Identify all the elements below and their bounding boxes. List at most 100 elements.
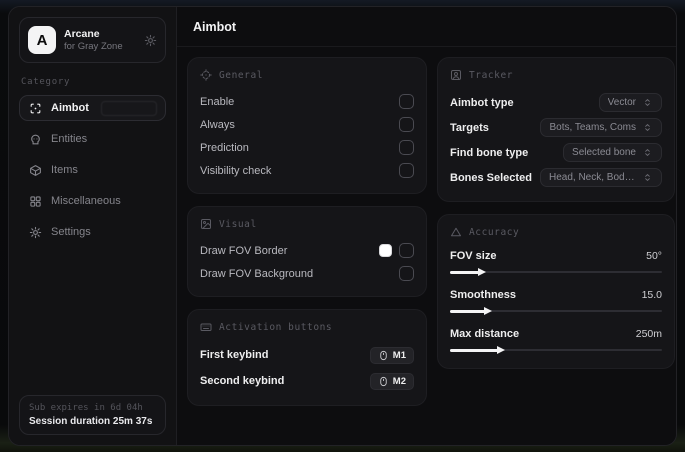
setting-label: Enable bbox=[200, 95, 235, 108]
select-expand-icon bbox=[645, 99, 650, 106]
right-column: Tracker Aimbot type Vector Targets Bots,… bbox=[437, 57, 675, 369]
select-expand-icon bbox=[645, 124, 650, 131]
setting-label: First keybind bbox=[200, 349, 269, 361]
prediction-checkbox[interactable] bbox=[399, 140, 414, 155]
activation-buttons-card: Activation buttons First keybind M1 Seco… bbox=[187, 309, 427, 406]
setting-label: Max distance bbox=[450, 328, 520, 340]
keybind-value: M2 bbox=[392, 375, 406, 387]
enable-checkbox[interactable] bbox=[399, 94, 414, 109]
crosshair-icon bbox=[30, 103, 41, 113]
select-value: Selected bone bbox=[572, 147, 636, 158]
setting-row-aimbot-type: Aimbot type Vector bbox=[450, 90, 662, 115]
sidebar-item-aimbot[interactable]: Aimbot bbox=[19, 95, 166, 121]
setting-row-prediction: Prediction bbox=[200, 136, 414, 159]
brand-name: Arcane bbox=[64, 27, 100, 40]
visibility-check-checkbox[interactable] bbox=[399, 163, 414, 178]
setting-row-visibility-check: Visibility check bbox=[200, 159, 414, 182]
setting-label: Aimbot type bbox=[450, 96, 514, 109]
brand-card: A Arcane for Gray Zone bbox=[19, 17, 166, 63]
gear-icon bbox=[29, 226, 42, 238]
setting-label: Draw FOV Border bbox=[200, 244, 288, 257]
skull-icon bbox=[31, 134, 40, 144]
second-keybind-button[interactable]: M2 bbox=[369, 372, 414, 390]
select-value: Head, Neck, Body, Pe.. bbox=[549, 172, 636, 183]
setting-row-draw-fov-background: Draw FOV Background bbox=[200, 262, 414, 285]
main-area: Aimbot General Enable Always Prediction … bbox=[177, 7, 676, 445]
draw-fov-background-checkbox[interactable] bbox=[399, 266, 414, 281]
smoothness-value: 15.0 bbox=[641, 289, 662, 301]
triangle-icon bbox=[451, 227, 461, 237]
sidebar-item-settings[interactable]: Settings bbox=[19, 219, 166, 245]
keybind-value: M1 bbox=[392, 349, 406, 361]
sidebar: A Arcane for Gray Zone Category Aimbot E… bbox=[9, 7, 177, 445]
find-bone-type-select[interactable]: Selected bone bbox=[563, 143, 662, 162]
setting-label: Bones Selected bbox=[450, 171, 532, 184]
select-value: Vector bbox=[607, 97, 636, 108]
sidebar-item-label: Entities bbox=[51, 133, 88, 145]
sidebar-item-label: Settings bbox=[51, 226, 91, 238]
setting-row-bones-selected: Bones Selected Head, Neck, Body, Pe.. bbox=[450, 165, 662, 190]
sidebar-item-entities[interactable]: Entities bbox=[19, 126, 166, 152]
grid-icon bbox=[30, 195, 41, 207]
setting-label: Draw FOV Background bbox=[200, 267, 314, 280]
setting-row-targets: Targets Bots, Teams, Coms bbox=[450, 115, 662, 140]
setting-row-enable: Enable bbox=[200, 90, 414, 113]
sidebar-item-items[interactable]: Items bbox=[19, 157, 166, 183]
crosshair-icon bbox=[200, 69, 212, 81]
card-title: Accuracy bbox=[469, 226, 520, 238]
card-title: Tracker bbox=[469, 69, 514, 81]
visual-card: Visual Draw FOV Border Draw FOV Backgrou… bbox=[187, 206, 427, 297]
setting-row-second-keybind: Second keybind M2 bbox=[200, 368, 414, 394]
package-icon bbox=[30, 164, 41, 176]
keyboard-icon bbox=[200, 323, 212, 331]
sidebar-item-label: Miscellaneous bbox=[51, 195, 121, 207]
watermark bbox=[101, 101, 157, 116]
setting-label: Find bone type bbox=[450, 146, 529, 159]
select-expand-icon bbox=[645, 149, 650, 156]
general-card: General Enable Always Prediction Visibil… bbox=[187, 57, 427, 194]
tracker-card: Tracker Aimbot type Vector Targets Bots,… bbox=[437, 57, 675, 202]
fov-size-value: 50° bbox=[646, 250, 662, 262]
session-card: Sub expires in 6d 04h Session duration 2… bbox=[19, 395, 166, 435]
sidebar-item-label: Aimbot bbox=[51, 102, 89, 114]
fov-border-color-swatch[interactable] bbox=[379, 244, 392, 257]
setting-label: Visibility check bbox=[200, 164, 272, 177]
category-label: Category bbox=[21, 77, 71, 87]
mouse-icon bbox=[380, 350, 387, 360]
setting-label: Smoothness bbox=[450, 289, 517, 301]
max-distance-slider[interactable] bbox=[450, 345, 662, 355]
setting-row-always: Always bbox=[200, 113, 414, 136]
card-title: Activation buttons bbox=[219, 321, 333, 333]
setting-label: Targets bbox=[450, 121, 489, 134]
gear-icon[interactable] bbox=[144, 34, 157, 47]
content: General Enable Always Prediction Visibil… bbox=[177, 47, 676, 406]
smoothness-slider[interactable] bbox=[450, 306, 662, 316]
accuracy-card: Accuracy FOV size 50° Smoothness 15.0 Ma… bbox=[437, 214, 675, 369]
bones-selected-select[interactable]: Head, Neck, Body, Pe.. bbox=[540, 168, 662, 187]
sidebar-item-label: Items bbox=[51, 164, 78, 176]
fov-size-slider[interactable] bbox=[450, 267, 662, 277]
setting-row-draw-fov-border: Draw FOV Border bbox=[200, 239, 414, 262]
page-title: Aimbot bbox=[193, 19, 237, 34]
slider-thumb[interactable] bbox=[477, 267, 486, 276]
always-checkbox[interactable] bbox=[399, 117, 414, 132]
portrait-icon bbox=[451, 70, 461, 80]
slider-thumb[interactable] bbox=[496, 345, 505, 354]
image-icon bbox=[201, 219, 211, 229]
aimbot-type-select[interactable]: Vector bbox=[598, 93, 662, 112]
first-keybind-button[interactable]: M1 bbox=[369, 346, 414, 364]
sidebar-item-miscellaneous[interactable]: Miscellaneous bbox=[19, 188, 166, 214]
max-distance-value: 250m bbox=[635, 328, 662, 340]
setting-row-max-distance: Max distance 250m bbox=[450, 325, 662, 355]
session-duration-text: Session duration 25m 37s bbox=[29, 416, 153, 427]
setting-row-find-bone-type: Find bone type Selected bone bbox=[450, 140, 662, 165]
brand-subtitle: for Gray Zone bbox=[64, 40, 123, 52]
draw-fov-border-checkbox[interactable] bbox=[399, 243, 414, 258]
left-column: General Enable Always Prediction Visibil… bbox=[187, 57, 427, 406]
card-title: General bbox=[219, 69, 264, 81]
slider-thumb[interactable] bbox=[484, 306, 493, 315]
setting-row-smoothness: Smoothness 15.0 bbox=[450, 286, 662, 316]
setting-label: FOV size bbox=[450, 250, 497, 262]
targets-select[interactable]: Bots, Teams, Coms bbox=[540, 118, 662, 137]
select-expand-icon bbox=[645, 174, 650, 181]
